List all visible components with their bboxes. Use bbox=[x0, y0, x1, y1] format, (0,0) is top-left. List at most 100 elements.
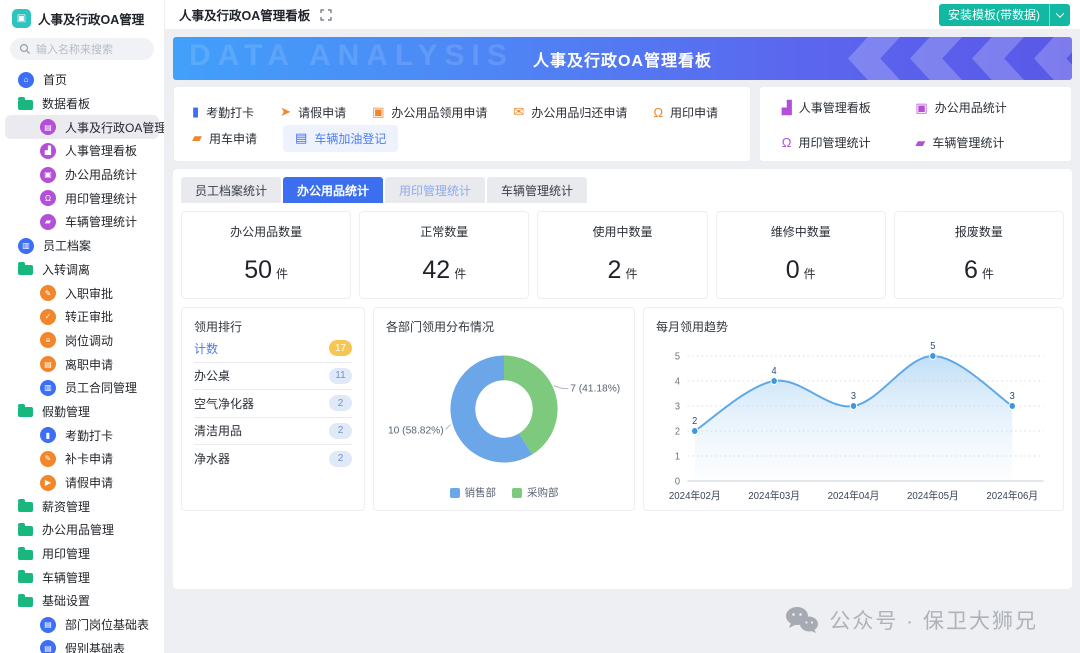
sidebar-item[interactable]: ✎入职审批 bbox=[0, 281, 164, 305]
quick-action-label: 办公用品归还申请 bbox=[531, 104, 627, 121]
sidebar-item[interactable]: ▰车辆管理统计 bbox=[0, 210, 164, 234]
fullscreen-icon[interactable] bbox=[320, 9, 332, 21]
sidebar-item[interactable]: 假勤管理 bbox=[0, 400, 164, 424]
legend-item-采购部[interactable]: 采购部 bbox=[512, 485, 559, 500]
sidebar-item-label: 首页 bbox=[43, 71, 67, 88]
line-chart-title: 每月领用趋势 bbox=[656, 318, 1051, 335]
ranking-title: 领用排行 bbox=[194, 318, 352, 335]
dashboard-icon: ▤ bbox=[40, 119, 56, 135]
sidebar-item[interactable]: ✎补卡申请 bbox=[0, 447, 164, 471]
sidebar-item[interactable]: 数据看板 bbox=[0, 92, 164, 116]
ranking-row[interactable]: 空气净化器2 bbox=[194, 390, 352, 418]
stat-unit: 件 bbox=[625, 267, 637, 281]
ranking-count-badge: 11 bbox=[329, 368, 352, 384]
folder-icon bbox=[18, 550, 33, 560]
ranking-count-badge: 2 bbox=[329, 423, 352, 439]
svg-text:4: 4 bbox=[675, 376, 681, 387]
legend-item-销售部[interactable]: 销售部 bbox=[450, 485, 497, 500]
ranking-list: 计数17办公桌11空气净化器2清洁用品2净水器2 bbox=[194, 335, 352, 473]
truck-icon: ▰ bbox=[192, 130, 202, 146]
sidebar-item[interactable]: 车辆管理 bbox=[0, 565, 164, 589]
ranking-row[interactable]: 清洁用品2 bbox=[194, 418, 352, 446]
install-template-button[interactable]: 安装模板(带数据) bbox=[939, 4, 1070, 26]
donut-chart-title: 各部门领用分布情况 bbox=[386, 318, 622, 335]
stat-card: 维修中数量0件 bbox=[716, 211, 886, 299]
quick-action-label: 车辆加油登记 bbox=[314, 130, 386, 147]
sidebar-item[interactable]: ▤离职申请 bbox=[0, 352, 164, 376]
quick-action-mail[interactable]: ✉办公用品归还申请 bbox=[513, 104, 627, 121]
folder-icon bbox=[18, 502, 33, 512]
search-input[interactable]: 输入名称来搜索 bbox=[10, 38, 154, 60]
install-dropdown-button[interactable] bbox=[1050, 4, 1070, 26]
quick-action-stamp[interactable]: Ω用印管理统计 bbox=[782, 134, 916, 151]
svg-text:2024年06月: 2024年06月 bbox=[986, 489, 1038, 503]
line-point bbox=[930, 353, 936, 360]
quick-actions-line: ▰用车申请 ▤车辆加油登记 bbox=[192, 125, 732, 151]
quick-actions-line: ▮考勤打卡 ➤请假申请 ▣办公用品领用申请 ✉办公用品归还申请 Ω用印申请 bbox=[192, 99, 732, 125]
send-icon: ▶ bbox=[40, 475, 56, 491]
sidebar-item[interactable]: ▤ 假别基础表 bbox=[0, 637, 164, 653]
sidebar-item-label: 办公用品管理 bbox=[42, 521, 114, 538]
table-icon: ▤ bbox=[40, 640, 56, 653]
tab-办公用品统计[interactable]: 办公用品统计 bbox=[283, 177, 383, 203]
sidebar-item[interactable]: ▤人事及行政OA管理看板 bbox=[5, 115, 159, 139]
svg-text:3: 3 bbox=[675, 401, 680, 412]
sidebar: ▣ 人事及行政OA管理 输入名称来搜索 ⌂首页数据看板▤人事及行政OA管理看板▟… bbox=[0, 0, 165, 653]
tab-员工档案统计[interactable]: 员工档案统计 bbox=[181, 177, 281, 203]
quick-action-bookmark[interactable]: ▮考勤打卡 bbox=[192, 104, 254, 121]
svg-text:2024年05月: 2024年05月 bbox=[907, 489, 959, 503]
monthly-trend-card: 每月领用趋势 0123452024年02月2024年03月2024年04月202… bbox=[643, 307, 1064, 511]
stat-label: 维修中数量 bbox=[771, 223, 831, 240]
quick-action-clipboard[interactable]: ▤车辆加油登记 bbox=[283, 125, 398, 152]
bar-chart-icon: ▟ bbox=[782, 100, 792, 116]
box-icon: ▣ bbox=[915, 100, 927, 116]
svg-text:5: 5 bbox=[675, 351, 680, 362]
tab-车辆管理统计[interactable]: 车辆管理统计 bbox=[487, 177, 587, 203]
sidebar-item[interactable]: 薪资管理 bbox=[0, 494, 164, 518]
folder-icon bbox=[18, 526, 33, 536]
sidebar-item[interactable]: 用印管理 bbox=[0, 542, 164, 566]
send-icon: ➤ bbox=[280, 104, 291, 120]
box-icon: ▣ bbox=[372, 104, 384, 120]
quick-action-truck[interactable]: ▰车辆管理统计 bbox=[915, 134, 1049, 151]
sidebar-item[interactable]: ▟人事管理看板 bbox=[0, 139, 164, 163]
ranking-count-badge: 17 bbox=[329, 340, 352, 356]
stats-shortcuts-card: ▟人事管理看板▣办公用品统计 Ω用印管理统计▰车辆管理统计 bbox=[759, 86, 1072, 162]
ranking-row[interactable]: 计数17 bbox=[194, 335, 352, 363]
folder-icon bbox=[18, 265, 33, 275]
sidebar-item[interactable]: 基础设置 bbox=[0, 589, 164, 613]
quick-action-box[interactable]: ▣办公用品领用申请 bbox=[372, 104, 487, 121]
stamp-icon: Ω bbox=[653, 105, 663, 120]
tab-用印管理统计[interactable]: 用印管理统计 bbox=[385, 177, 485, 203]
content: DATA ANALYSIS 人事及行政OA管理看板 ▮考勤打卡➤请假申请▣办公用… bbox=[165, 30, 1080, 653]
quick-action-label: 车辆管理统计 bbox=[932, 134, 1004, 151]
sidebar-item[interactable]: ▶请假申请 bbox=[0, 471, 164, 495]
sidebar-item[interactable]: ≡岗位调动 bbox=[0, 329, 164, 353]
stat-cards-row: 办公用品数量50件正常数量42件使用中数量2件维修中数量0件报废数量6件 bbox=[181, 211, 1064, 299]
stat-label: 使用中数量 bbox=[593, 223, 653, 240]
sidebar-item[interactable]: ⌂首页 bbox=[0, 68, 164, 92]
sidebar-item[interactable]: Ω用印管理统计 bbox=[0, 186, 164, 210]
sidebar-item-label: 车辆管理统计 bbox=[65, 213, 137, 230]
quick-action-stamp[interactable]: Ω用印申请 bbox=[653, 104, 718, 121]
sidebar-item-label: 假勤管理 bbox=[42, 403, 90, 420]
sidebar-item[interactable]: ▥员工合同管理 bbox=[0, 376, 164, 400]
search-icon bbox=[19, 43, 31, 55]
sidebar-item[interactable]: ▥员工档案 bbox=[0, 234, 164, 258]
sidebar-item[interactable]: ▣办公用品统计 bbox=[0, 163, 164, 187]
ranking-row[interactable]: 净水器2 bbox=[194, 445, 352, 473]
sidebar-item[interactable]: 办公用品管理 bbox=[0, 518, 164, 542]
sidebar-item-label: 部门岗位基础表 bbox=[65, 616, 149, 633]
quick-action-bar-chart[interactable]: ▟人事管理看板 bbox=[782, 99, 916, 116]
quick-action-send[interactable]: ➤请假申请 bbox=[280, 104, 346, 121]
sidebar-item-label: 员工档案 bbox=[43, 237, 91, 254]
sidebar-item[interactable]: ▤部门岗位基础表 bbox=[0, 613, 164, 637]
sidebar-item[interactable]: ✓转正审批 bbox=[0, 305, 164, 329]
stat-value: 2件 bbox=[608, 256, 638, 285]
quick-action-box[interactable]: ▣办公用品统计 bbox=[915, 99, 1049, 116]
ranking-row[interactable]: 办公桌11 bbox=[194, 363, 352, 391]
sidebar-item[interactable]: ▮考勤打卡 bbox=[0, 423, 164, 447]
sidebar-item-label: 假别基础表 bbox=[65, 640, 125, 653]
quick-action-truck[interactable]: ▰用车申请 bbox=[192, 130, 257, 147]
sidebar-item[interactable]: 入转调离 bbox=[0, 258, 164, 282]
